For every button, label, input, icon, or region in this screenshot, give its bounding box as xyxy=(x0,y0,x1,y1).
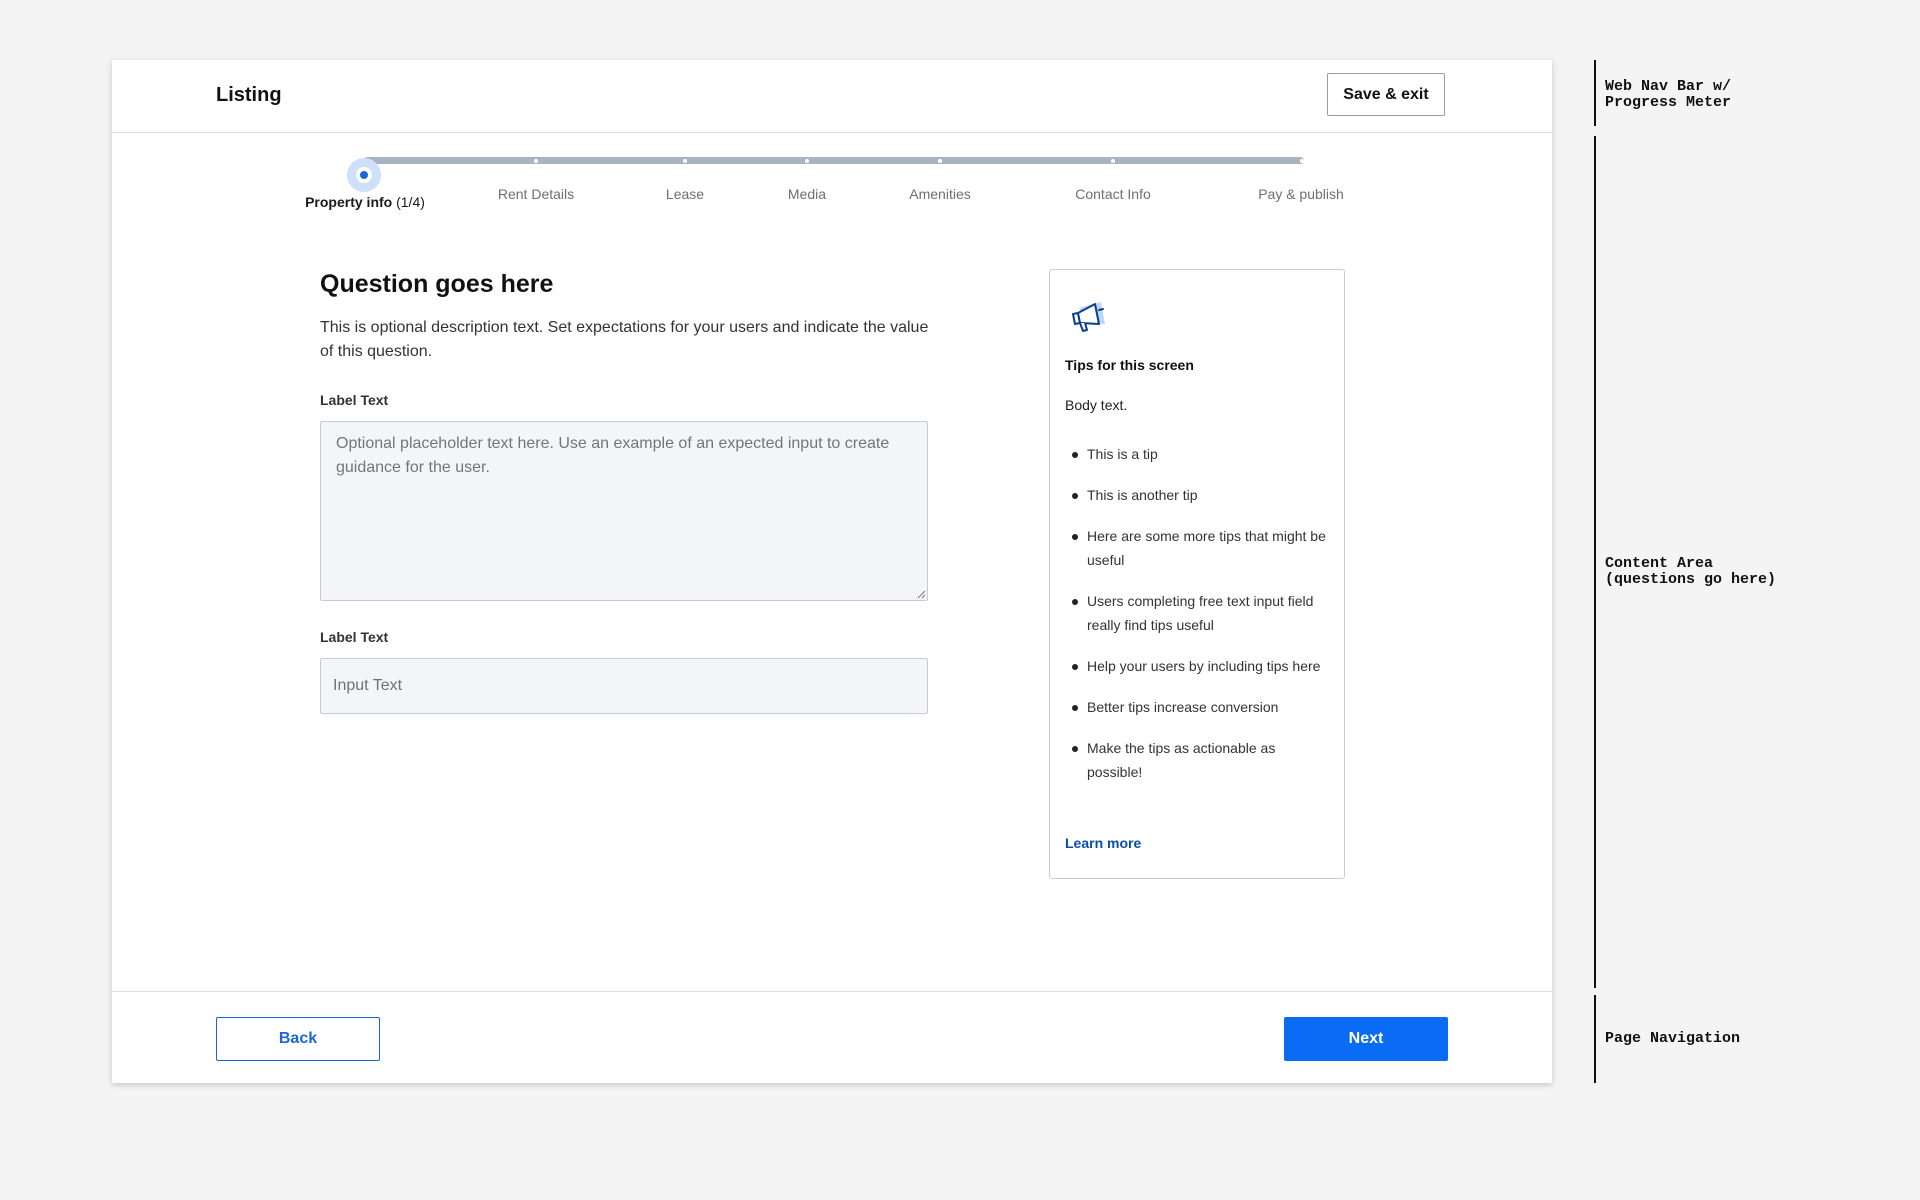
step-media[interactable]: Media xyxy=(788,186,826,202)
tip-item: Make the tips as actionable as possible! xyxy=(1065,736,1330,784)
annotation-bracket-nav xyxy=(1594,60,1596,126)
annotation-nav: Web Nav Bar w/ Progress Meter xyxy=(1605,78,1732,111)
tip-text: Make the tips as actionable as possible! xyxy=(1087,740,1276,780)
free-text-area[interactable] xyxy=(320,421,928,601)
bullet-icon xyxy=(1072,705,1078,711)
page-navigation: Back Next xyxy=(112,991,1552,1084)
tip-text: Help your users by including tips here xyxy=(1087,658,1321,674)
step-amenities[interactable]: Amenities xyxy=(909,186,970,202)
app-title: Listing xyxy=(216,84,282,106)
bullet-icon xyxy=(1072,599,1078,605)
bullet-icon xyxy=(1072,452,1078,458)
text-input[interactable]: Input Text xyxy=(320,658,928,714)
current-step-count: (1/4) xyxy=(396,194,425,210)
tip-text: Users completing free text input field r… xyxy=(1087,593,1314,633)
megaphone-icon xyxy=(1072,302,1105,332)
tip-text: This is a tip xyxy=(1087,446,1158,462)
tip-item: Users completing free text input field r… xyxy=(1065,589,1330,637)
step-marker xyxy=(1300,159,1304,163)
field-label: Label Text xyxy=(320,392,389,408)
step-marker xyxy=(683,159,687,163)
next-button[interactable]: Next xyxy=(1284,1017,1448,1061)
annotation-content: Content Area (questions go here) xyxy=(1605,555,1777,588)
tips-title: Tips for this screen xyxy=(1065,357,1194,373)
tip-item: Here are some more tips that might be us… xyxy=(1065,524,1330,572)
bullet-icon xyxy=(1072,664,1078,670)
step-pay-publish[interactable]: Pay & publish xyxy=(1258,186,1344,202)
tip-item: This is another tip xyxy=(1065,483,1330,507)
tip-item: This is a tip xyxy=(1065,442,1330,466)
back-button[interactable]: Back xyxy=(216,1017,380,1061)
bullet-icon xyxy=(1072,746,1078,752)
resize-handle-icon[interactable] xyxy=(916,589,926,599)
annotation-bracket-page-nav xyxy=(1594,995,1596,1083)
field-label: Label Text xyxy=(320,629,389,645)
tips-body: Body text. xyxy=(1065,397,1128,413)
step-marker xyxy=(1111,159,1115,163)
step-marker xyxy=(534,159,538,163)
save-exit-button[interactable]: Save & exit xyxy=(1327,73,1445,116)
bullet-icon xyxy=(1072,534,1078,540)
question-description: This is optional description text. Set e… xyxy=(320,319,929,360)
step-property-info[interactable]: Property info (1/4) xyxy=(305,194,425,210)
step-lease[interactable]: Lease xyxy=(666,186,704,202)
step-rent-details[interactable]: Rent Details xyxy=(498,186,574,202)
tips-panel: Tips for this screen Body text. This is … xyxy=(1049,269,1345,879)
tips-list: This is a tip This is another tip Here a… xyxy=(1065,442,1330,801)
tip-text: This is another tip xyxy=(1087,487,1198,503)
tip-text: Better tips increase conversion xyxy=(1087,699,1279,715)
annotation-bracket-content xyxy=(1594,136,1596,988)
listing-flow-page: Listing Save & exit Property info (1/4) … xyxy=(112,60,1552,1083)
question-title: Question goes here xyxy=(320,270,554,298)
step-marker xyxy=(805,159,809,163)
tip-item: Better tips increase conversion xyxy=(1065,695,1330,719)
step-marker xyxy=(938,159,942,163)
progress-track xyxy=(364,157,1304,164)
web-nav-bar: Listing Save & exit xyxy=(112,60,1552,133)
annotation-page-nav: Page Navigation xyxy=(1605,1030,1741,1047)
current-step-dot xyxy=(356,167,372,183)
step-contact-info[interactable]: Contact Info xyxy=(1075,186,1151,202)
bullet-icon xyxy=(1072,493,1078,499)
tip-item: Help your users by including tips here xyxy=(1065,654,1330,678)
tip-text: Here are some more tips that might be us… xyxy=(1087,528,1326,568)
learn-more-link[interactable]: Learn more xyxy=(1065,835,1141,851)
current-step-name: Property info xyxy=(305,194,393,210)
